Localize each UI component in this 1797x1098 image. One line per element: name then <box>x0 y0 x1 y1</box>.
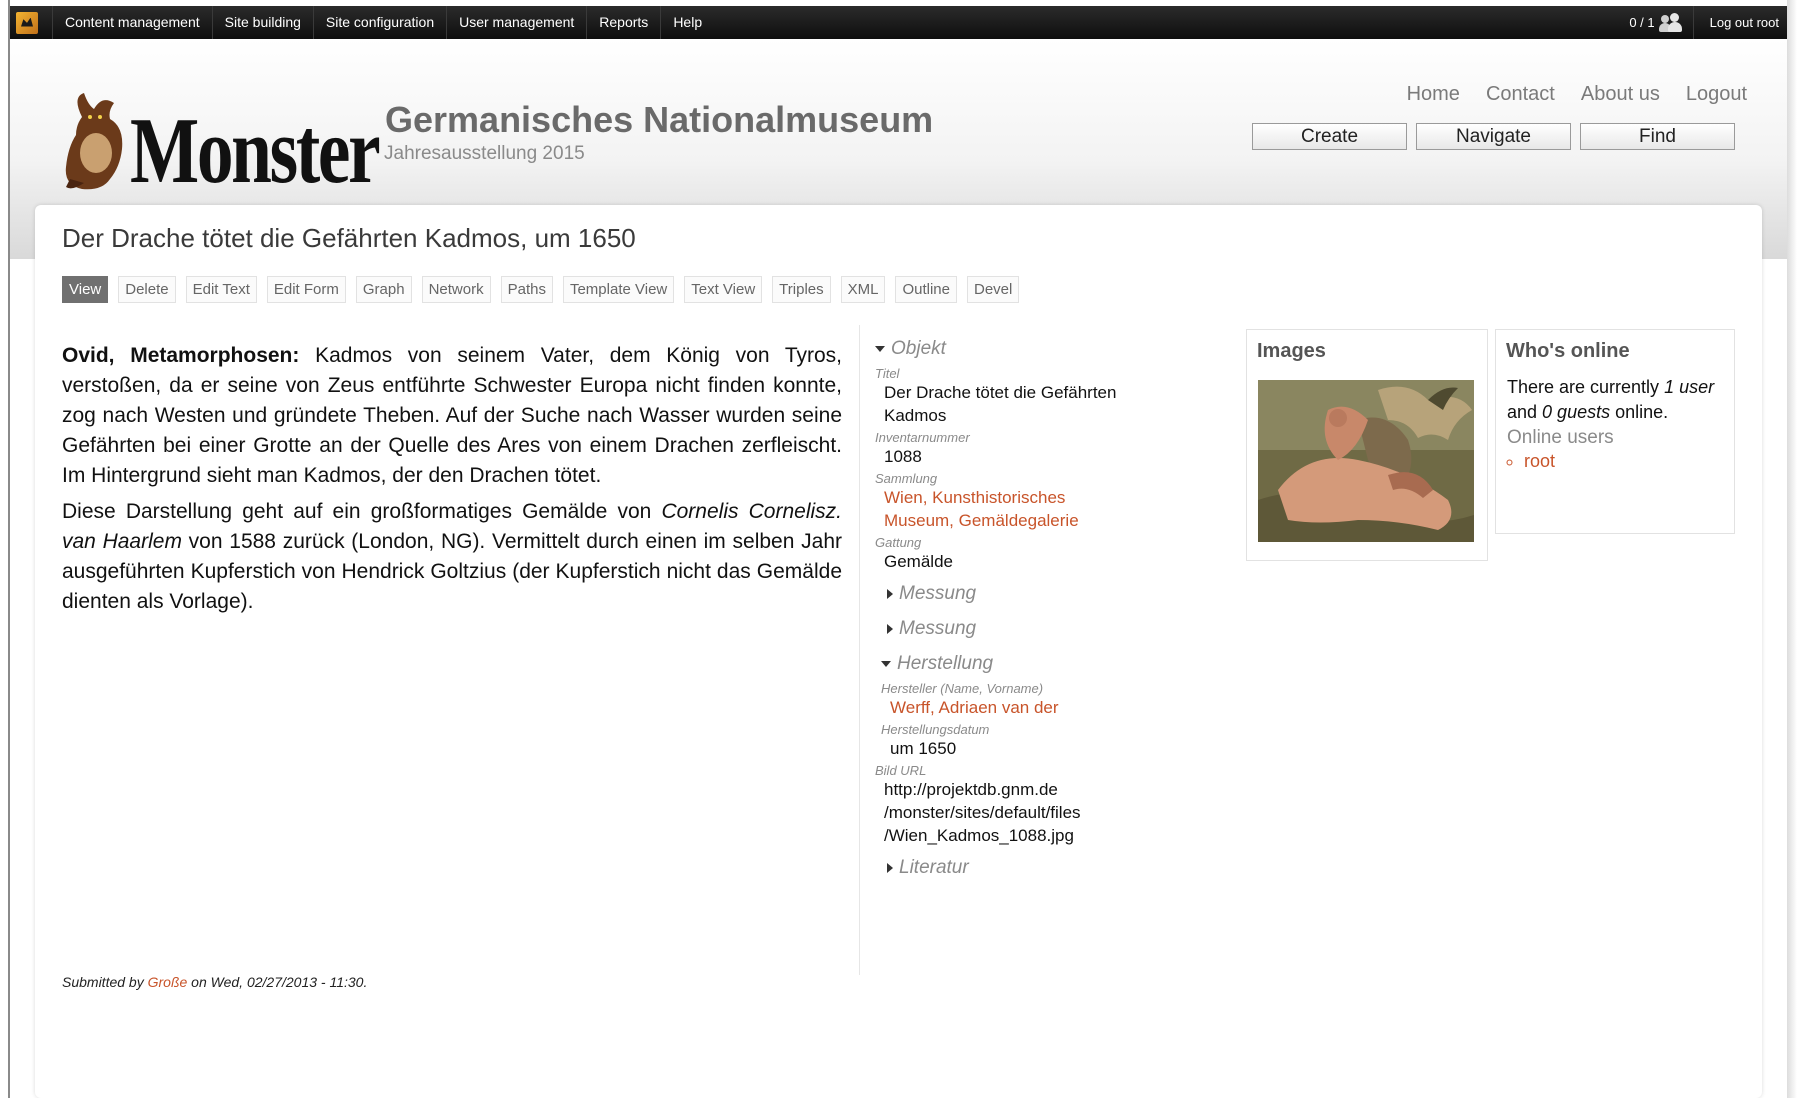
field-label-sammlung: Sammlung <box>875 471 938 486</box>
admin-menu-site-configuration[interactable]: Site configuration <box>312 6 446 39</box>
tab-view[interactable]: View <box>62 276 109 303</box>
online-users-label: Online users <box>1507 427 1614 448</box>
painting-image <box>1258 380 1474 542</box>
group-herstellung-label: Herstellung <box>897 653 994 674</box>
online-text-a: There are currently <box>1507 377 1665 397</box>
collapse-arrow-icon <box>875 346 885 352</box>
expand-arrow-icon <box>887 863 893 873</box>
field-label-hersteller: Hersteller (Name, Vorname) <box>881 681 1044 696</box>
field-label-inventarnummer: Inventarnummer <box>875 430 970 445</box>
tab-outline[interactable]: Outline <box>895 276 957 303</box>
submitted-prefix: Submitted by <box>62 974 148 990</box>
whos-online-block: Who's online There are currently 1 user … <box>1495 329 1735 534</box>
group-messung-1-label: Messung <box>899 583 977 604</box>
column-divider <box>859 325 860 975</box>
body-text-2a: Diese Darstellung geht auf ein großforma… <box>62 500 662 523</box>
tab-triples[interactable]: Triples <box>772 276 831 303</box>
field-value-hersteller-link[interactable]: Werff, Adriaen van der <box>881 696 1175 719</box>
group-herstellung-toggle[interactable]: Herstellung <box>881 650 1175 678</box>
tab-xml[interactable]: XML <box>840 276 886 303</box>
action-buttons: Create Navigate Find <box>1252 123 1735 150</box>
tab-paths[interactable]: Paths <box>500 276 553 303</box>
online-user-link[interactable]: root <box>1524 451 1734 472</box>
expand-arrow-icon <box>887 589 893 599</box>
node-tabs: View Delete Edit Text Edit Form Graph Ne… <box>62 276 1020 303</box>
online-user-count: 1 user <box>1664 377 1715 397</box>
body-paragraph-2: Diese Darstellung geht auf ein großforma… <box>62 497 842 617</box>
tab-delete[interactable]: Delete <box>118 276 176 303</box>
secondary-nav: Home Contact About us Logout <box>1407 83 1747 106</box>
site-slogan: Jahresausstellung 2015 <box>384 143 585 164</box>
admin-menu-help[interactable]: Help <box>660 6 714 39</box>
tab-devel[interactable]: Devel <box>967 276 1020 303</box>
nav-contact-link[interactable]: Contact <box>1486 83 1555 106</box>
painting-thumbnail[interactable] <box>1258 380 1474 542</box>
tab-graph[interactable]: Graph <box>355 276 412 303</box>
users-icon <box>1658 12 1683 33</box>
online-text-b: and <box>1507 402 1543 422</box>
find-button[interactable]: Find <box>1580 123 1735 150</box>
group-literatur-toggle[interactable]: Literatur <box>875 854 1175 882</box>
site-logo[interactable]: Monster <box>62 77 381 207</box>
main-content: Der Drache tötet die Gefährten Kadmos, u… <box>35 205 1762 1098</box>
site-name[interactable]: Germanisches Nationalmuseum <box>385 99 933 141</box>
admin-menu-bar: Content management Site building Site co… <box>10 6 1787 39</box>
admin-home-icon[interactable] <box>16 11 38 34</box>
navigate-button[interactable]: Navigate <box>1416 123 1571 150</box>
admin-menu-user-management[interactable]: User management <box>446 6 586 39</box>
field-label-herstellungsdatum: Herstellungsdatum <box>881 722 990 737</box>
field-value-bild-url: http://projektdb.gnm.de /monster/sites/d… <box>884 780 1081 845</box>
admin-menu-reports[interactable]: Reports <box>586 6 660 39</box>
collapse-arrow-icon <box>881 661 891 667</box>
group-messung-1-toggle[interactable]: Messung <box>875 580 1175 608</box>
user-counter-text: 0 / 1 <box>1629 15 1655 30</box>
admin-menu-content-management[interactable]: Content management <box>52 6 212 39</box>
field-label-titel: Titel <box>875 366 900 381</box>
submitted-info: Submitted by Große on Wed, 02/27/2013 - … <box>62 974 367 990</box>
images-block: Images <box>1246 329 1488 561</box>
nav-home-link[interactable]: Home <box>1407 83 1460 106</box>
nav-about-link[interactable]: About us <box>1581 83 1660 106</box>
field-value-herstellungsdatum: um 1650 <box>890 739 957 758</box>
admin-menu-site-building[interactable]: Site building <box>211 6 313 39</box>
frame-shadow <box>1787 0 1797 1098</box>
online-users-list: root <box>1496 451 1734 472</box>
images-block-title: Images <box>1257 340 1326 362</box>
page-title: Der Drache tötet die Gefährten Kadmos, u… <box>62 223 636 253</box>
tab-text-view[interactable]: Text View <box>684 276 763 303</box>
node-body: Ovid, Metamorphosen: Kadmos von seinem V… <box>62 341 842 623</box>
admin-logout-link[interactable]: Log out root <box>1692 6 1787 39</box>
group-messung-2-toggle[interactable]: Messung <box>875 615 1175 643</box>
whos-online-title: Who's online <box>1506 340 1630 362</box>
field-value-gattung: Gemälde <box>884 552 953 571</box>
body-source: Ovid, Metamorphosen: <box>62 344 300 367</box>
tab-edit-form[interactable]: Edit Form <box>266 276 346 303</box>
tab-template-view[interactable]: Template View <box>562 276 675 303</box>
online-text-c: online. <box>1610 402 1669 422</box>
field-label-bild-url: Bild URL <box>875 763 927 778</box>
group-objekt-toggle[interactable]: Objekt <box>875 335 1175 363</box>
group-herstellung: Herstellung Hersteller (Name, Vorname) W… <box>875 650 1175 760</box>
object-fields: Objekt Titel Der Drache tötet die Gefähr… <box>875 335 1175 882</box>
group-literatur-label: Literatur <box>899 857 969 878</box>
field-value-sammlung-link[interactable]: Wien, Kunsthistorisches Museum, Gemäldeg… <box>875 486 1125 532</box>
submitted-author-link[interactable]: Große <box>148 974 188 990</box>
browser-frame: Content management Site building Site co… <box>0 0 1797 1098</box>
user-counter[interactable]: 0 / 1 <box>1629 12 1692 33</box>
group-objekt-label: Objekt <box>891 338 946 359</box>
nav-logout-link[interactable]: Logout <box>1686 83 1747 106</box>
body-paragraph-1: Ovid, Metamorphosen: Kadmos von seinem V… <box>62 341 842 491</box>
tab-edit-text[interactable]: Edit Text <box>185 276 257 303</box>
field-value-titel: Der Drache tötet die Gefährten Kadmos <box>884 383 1117 425</box>
online-guest-count: 0 guests <box>1542 402 1611 422</box>
field-label-gattung: Gattung <box>875 535 922 550</box>
expand-arrow-icon <box>887 624 893 634</box>
whos-online-summary: There are currently 1 user and 0 guests … <box>1496 363 1734 425</box>
submitted-date: on Wed, 02/27/2013 - 11:30. <box>187 974 368 990</box>
create-button[interactable]: Create <box>1252 123 1407 150</box>
tab-network[interactable]: Network <box>421 276 491 303</box>
logo-wordmark: Monster <box>130 99 381 203</box>
field-value-inventarnummer: 1088 <box>884 447 922 466</box>
group-messung-2-label: Messung <box>899 618 977 639</box>
